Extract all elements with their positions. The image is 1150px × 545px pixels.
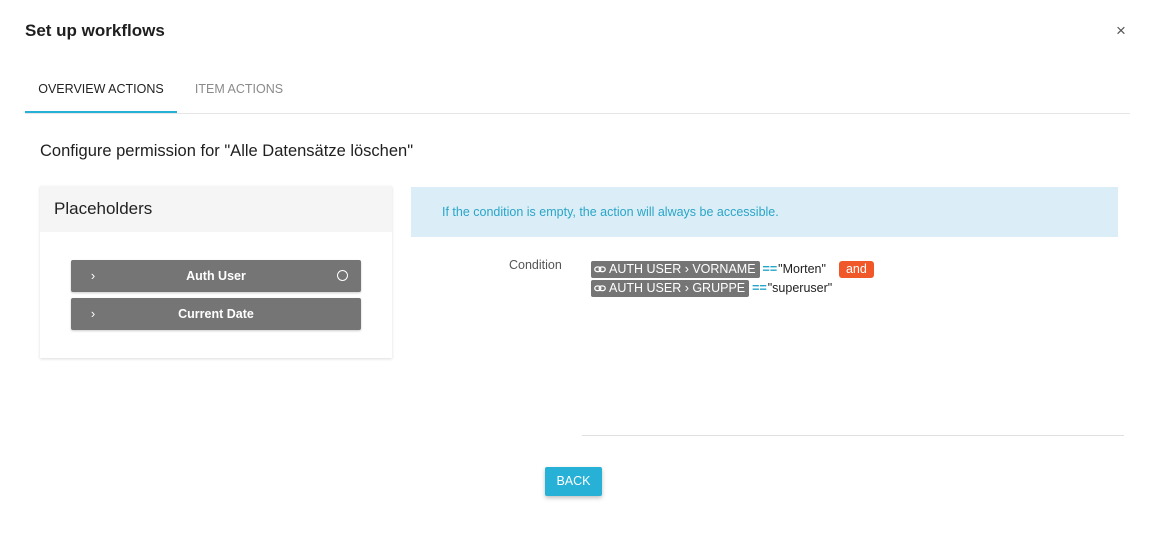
- condition-row[interactable]: AUTH USER › VORNAME =="Morten" and: [591, 261, 874, 278]
- condition-operator: ==: [762, 262, 778, 276]
- condition-variable-text: AUTH USER › GRUPPE: [609, 281, 746, 295]
- tab-overview-actions[interactable]: Overview Actions: [25, 70, 177, 113]
- link-icon: [594, 285, 606, 292]
- placeholders-title: Placeholders: [40, 186, 392, 232]
- condition-value: "Morten": [778, 262, 826, 276]
- placeholder-auth-user-button[interactable]: › Auth User: [71, 260, 361, 292]
- condition-variable-chip[interactable]: AUTH USER › GRUPPE: [591, 280, 750, 297]
- placeholder-label: Current Date: [178, 307, 254, 321]
- placeholder-label: Auth User: [186, 269, 246, 283]
- condition-variable-chip[interactable]: AUTH USER › VORNAME: [591, 261, 760, 278]
- tab-item-actions[interactable]: Item Actions: [185, 70, 293, 111]
- divider: [582, 435, 1124, 436]
- condition-variable-text: AUTH USER › VORNAME: [609, 262, 756, 276]
- chevron-right-icon: ›: [90, 306, 96, 321]
- back-button[interactable]: Back: [545, 467, 602, 496]
- condition-label: Condition: [509, 258, 562, 272]
- dialog-title: Set up workflows: [25, 21, 165, 40]
- placeholder-current-date-button[interactable]: › Current Date: [71, 298, 361, 330]
- placeholders-panel: Placeholders › Auth User › Current Date: [40, 186, 392, 358]
- section-heading: Configure permission for "Alle Datensätz…: [40, 142, 414, 160]
- condition-connector-and[interactable]: and: [838, 261, 874, 278]
- close-icon[interactable]: ×: [1112, 21, 1130, 41]
- condition-value: "superuser": [767, 281, 833, 295]
- condition-operator: ==: [752, 281, 767, 295]
- tab-bar: Overview Actions Item Actions: [25, 70, 1130, 114]
- link-icon: [594, 266, 606, 273]
- chevron-right-icon: ›: [90, 268, 96, 283]
- info-alert: If the condition is empty, the action wi…: [411, 187, 1118, 237]
- radio-circle-icon[interactable]: [337, 270, 348, 281]
- condition-row[interactable]: AUTH USER › GRUPPE =="superuser": [591, 280, 832, 297]
